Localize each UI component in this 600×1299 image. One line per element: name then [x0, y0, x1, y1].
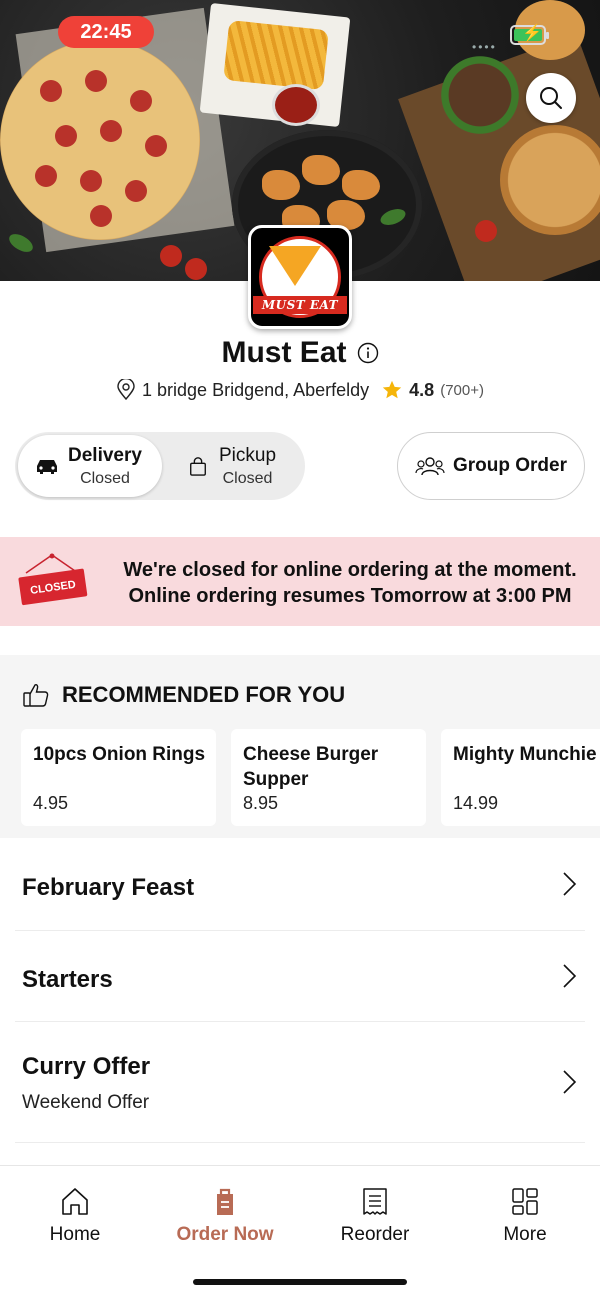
delivery-label: Delivery: [68, 444, 142, 466]
recommended-item-price: 14.99: [453, 793, 499, 813]
group-users-icon: [415, 457, 445, 476]
category-title: Curry Offer: [22, 1053, 151, 1080]
pickup-status: Closed: [222, 469, 273, 487]
recommended-item-price: 4.95: [33, 793, 69, 813]
order-mode-toggle: Delivery Closed Pickup Closed: [15, 432, 305, 500]
category-subtitle: Weekend Offer: [22, 1092, 150, 1113]
nav-reorder[interactable]: Reorder: [300, 1186, 450, 1246]
recommended-item-name: Mighty Munchie Box: [453, 744, 600, 765]
recommended-item-card[interactable]: 10pcs Onion Rings 4.95: [21, 729, 216, 826]
closed-notice-banner: CLOSED We're closed for online ordering …: [0, 537, 600, 626]
closed-sign-icon: CLOSED: [18, 553, 88, 606]
category-title: Starters: [22, 966, 113, 993]
nav-more[interactable]: More: [450, 1186, 600, 1246]
recommended-item-name: 10pcs Onion Rings: [33, 744, 206, 765]
car-icon: [37, 460, 57, 474]
chevron-right-icon: [563, 1070, 577, 1094]
battery-icon: ⚡: [510, 25, 549, 45]
nav-more-label: More: [503, 1224, 547, 1245]
nav-reorder-label: Reorder: [340, 1224, 410, 1245]
chevron-right-icon: [563, 872, 577, 896]
divider: [15, 1142, 585, 1143]
pickup-option[interactable]: Pickup Closed: [175, 435, 300, 497]
delivery-status: Closed: [80, 469, 130, 487]
recommended-item-card[interactable]: Cheese Burger Supper 8.95: [231, 729, 426, 826]
store-rating: 4.8: [409, 379, 435, 400]
recommended-section: RECOMMENDED FOR YOU 10pcs Onion Rings 4.…: [0, 655, 600, 838]
delivery-option[interactable]: Delivery Closed: [18, 435, 162, 497]
search-button[interactable]: [526, 73, 576, 123]
menu-category-row[interactable]: Curry Offer Weekend Offer: [0, 1022, 600, 1142]
store-address: 1 bridge Bridgend, Aberfeldy: [142, 379, 370, 400]
category-title: February Feast: [22, 874, 195, 901]
nav-home-label: Home: [49, 1224, 101, 1245]
rating-count: (700+): [440, 381, 484, 399]
search-icon: [540, 87, 562, 109]
group-order-label: Group Order: [452, 455, 567, 476]
receipt-icon: [363, 1188, 387, 1215]
pizza-image: [0, 40, 200, 240]
closed-message-line2: Online ordering resumes Tomorrow at 3:00…: [128, 585, 572, 607]
signal-icon: ••••: [472, 40, 497, 54]
home-icon: [62, 1188, 88, 1215]
recommended-item-name: Cheese Burger Supper: [243, 744, 379, 790]
recommended-item-card[interactable]: Mighty Munchie Box 14.99: [441, 729, 600, 826]
star-icon: [383, 380, 402, 399]
thumbs-up-icon: [23, 684, 49, 707]
home-indicator[interactable]: [193, 1279, 407, 1285]
store-address-row: 1 bridge Bridgend, Aberfeldy 4.8 (700+): [0, 379, 600, 401]
menu-category-row[interactable]: February Feast: [0, 838, 600, 930]
nav-home[interactable]: Home: [0, 1186, 150, 1246]
menu-category-row[interactable]: Starters: [0, 931, 600, 1021]
grid-icon: [512, 1188, 538, 1215]
group-order-button[interactable]: Group Order: [397, 432, 585, 500]
store-name: Must Eat: [221, 336, 347, 369]
closed-message-line1: We're closed for online ordering at the …: [123, 559, 577, 581]
recommended-heading: RECOMMENDED FOR YOU: [62, 682, 346, 707]
chevron-right-icon: [563, 964, 577, 988]
pickup-label: Pickup: [219, 444, 277, 466]
store-logo: MUST EAT: [248, 225, 352, 329]
nav-order-now-label: Order Now: [176, 1224, 274, 1245]
order-bag-icon: [217, 1188, 233, 1215]
info-icon[interactable]: [357, 342, 379, 364]
recommended-item-price: 8.95: [243, 793, 279, 813]
location-pin-icon: [117, 379, 135, 401]
shopping-bag-icon: [190, 457, 206, 476]
nav-order-now[interactable]: Order Now: [150, 1186, 300, 1246]
status-bar-time: 22:45: [58, 16, 154, 48]
